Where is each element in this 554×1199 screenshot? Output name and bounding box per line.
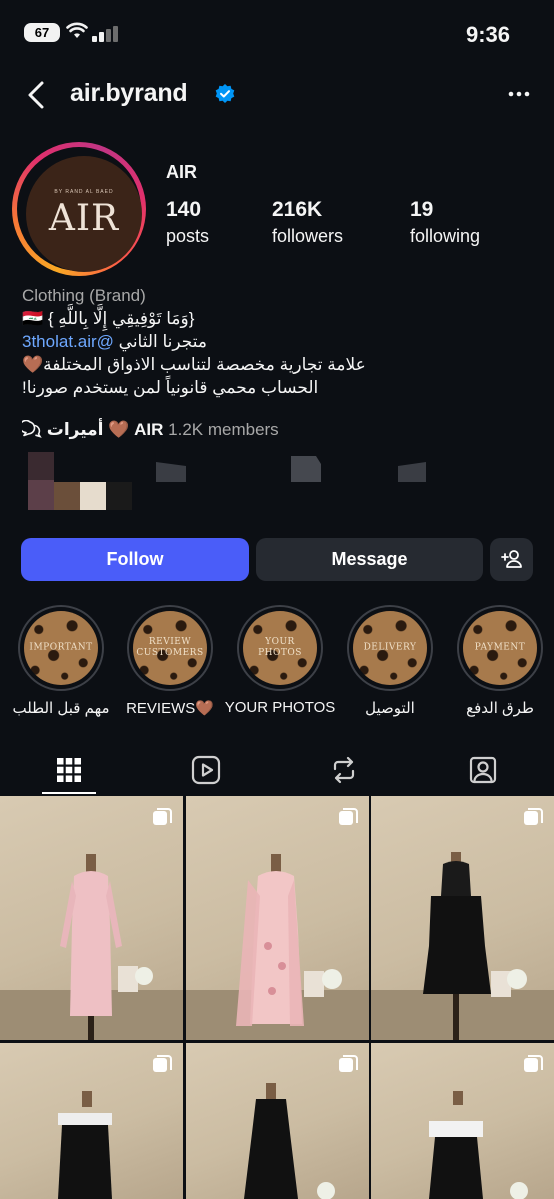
grid-post[interactable] bbox=[0, 1043, 183, 1199]
avatar-logo: AIR bbox=[48, 198, 120, 239]
carousel-icon bbox=[153, 808, 172, 825]
add-person-icon bbox=[500, 550, 522, 568]
highlight-label: مهم قبل الطلب bbox=[12, 700, 110, 717]
community-name: أميرات 🤎 AIR bbox=[46, 420, 164, 439]
highlight-cover: PAYMENT bbox=[463, 611, 537, 685]
dress-image bbox=[423, 852, 527, 1040]
story-highlight-payment[interactable]: PAYMENT طرق الدفع bbox=[455, 605, 545, 717]
stat-followers[interactable]: 216K followers bbox=[272, 198, 343, 247]
username: air.byrand bbox=[70, 79, 188, 107]
bio: Clothing (Brand) 🇮🇶 { وَمَا تَوْفِيقِي إ… bbox=[22, 284, 532, 399]
grid-post[interactable] bbox=[0, 796, 183, 1040]
highlight-cover: IMPORTANT bbox=[24, 611, 98, 685]
grid-post[interactable] bbox=[371, 1043, 554, 1199]
tab-tagged[interactable] bbox=[463, 750, 503, 790]
grid-post[interactable] bbox=[186, 796, 369, 1040]
redacted-content bbox=[28, 452, 426, 510]
highlight-cover: YOUR PHOTOS bbox=[243, 611, 317, 685]
highlight-cover-text: DELIVERY bbox=[363, 642, 417, 653]
stat-value: 19 bbox=[410, 198, 434, 221]
stat-label: following bbox=[410, 226, 481, 246]
grid-icon bbox=[57, 758, 81, 782]
stat-following[interactable]: 19 following bbox=[410, 198, 480, 247]
avatar-tagline: BY RAND AL BAED bbox=[54, 189, 114, 195]
carousel-icon bbox=[524, 808, 543, 825]
tab-posts-grid[interactable] bbox=[49, 750, 89, 790]
story-highlight-delivery[interactable]: DELIVERY التوصيل bbox=[345, 605, 435, 717]
bio-line-brand: علامة تجارية مخصصة لتناسب الاذواق المختل… bbox=[22, 355, 366, 374]
highlight-label: YOUR PHOTOS bbox=[224, 699, 336, 716]
reposts-icon bbox=[333, 756, 355, 784]
verified-badge-icon bbox=[215, 84, 235, 103]
highlight-cover-text: PAYMENT bbox=[474, 642, 526, 653]
story-highlight-photos[interactable]: YOUR PHOTOS YOUR PHOTOS bbox=[225, 605, 335, 716]
bio-store-text: متجرنا الثاني bbox=[118, 332, 207, 351]
story-highlight-important[interactable]: IMPORTANT مهم قبل الطلب bbox=[12, 605, 110, 717]
wifi-icon bbox=[66, 22, 88, 38]
highlight-label: التوصيل bbox=[365, 700, 415, 717]
stat-value: 140 bbox=[166, 198, 202, 221]
battery-icon: 67 bbox=[24, 23, 60, 42]
bio-line-protected: الحساب محمي قانونياً لمن يستخدم صورنا! bbox=[22, 378, 319, 397]
reels-icon bbox=[191, 755, 221, 785]
community-chat-icon bbox=[19, 419, 42, 438]
carousel-icon bbox=[339, 1055, 358, 1072]
highlight-cover-text: IMPORTANT bbox=[29, 642, 93, 653]
highlight-cover: REVIEW CUSTOMERS bbox=[133, 611, 207, 685]
display-name: AIR bbox=[166, 162, 197, 182]
signal-icon bbox=[92, 26, 118, 42]
active-tab-indicator bbox=[42, 792, 96, 794]
highlight-cover: DELIVERY bbox=[353, 611, 427, 685]
highlight-label: طرق الدفع bbox=[466, 700, 534, 717]
highlight-label: REVIEWS🤎 bbox=[126, 700, 214, 717]
grid-post[interactable] bbox=[371, 796, 554, 1040]
carousel-icon bbox=[524, 1055, 543, 1072]
avatar: BY RAND AL BAED AIR bbox=[26, 156, 142, 272]
tagged-icon bbox=[469, 756, 497, 784]
suggested-users-button[interactable] bbox=[490, 538, 533, 581]
story-highlight-reviews[interactable]: REVIEW CUSTOMERS REVIEWS🤎 bbox=[125, 605, 215, 717]
more-options-icon[interactable] bbox=[508, 84, 530, 104]
dress-image bbox=[60, 854, 153, 1040]
carousel-icon bbox=[153, 1055, 172, 1072]
profile-header: air.byrand bbox=[0, 66, 554, 124]
profile-tabs bbox=[0, 740, 554, 795]
stat-posts[interactable]: 140 posts bbox=[166, 198, 209, 247]
carousel-icon bbox=[339, 808, 358, 825]
grid-post[interactable] bbox=[186, 1043, 369, 1199]
community-chat[interactable]: أميرات 🤎 AIR 1.2K members bbox=[19, 419, 279, 440]
message-button[interactable]: Message bbox=[256, 538, 483, 581]
highlight-cover-text: YOUR PHOTOS bbox=[258, 637, 302, 658]
stat-label: posts bbox=[166, 226, 210, 246]
stat-value: 216K bbox=[272, 198, 323, 221]
tab-reels[interactable] bbox=[186, 750, 226, 790]
category-label: Clothing (Brand) bbox=[22, 286, 146, 305]
bio-line-store: 3tholat.air@ متجرنا الثاني bbox=[22, 330, 532, 353]
stat-label: followers bbox=[272, 226, 344, 246]
bio-link[interactable]: 3tholat.air@ bbox=[22, 332, 114, 351]
follow-button[interactable]: Follow bbox=[21, 538, 249, 581]
clock: 9:36 bbox=[465, 22, 510, 47]
status-bar: 67 9:36 bbox=[0, 0, 554, 66]
bio-line-verse: 🇮🇶 { وَمَا تَوْفِيقِي إِلَّا بِاللَّهِ} bbox=[22, 309, 195, 328]
community-members: 1.2K members bbox=[168, 420, 279, 439]
highlight-cover-text: REVIEW CUSTOMERS bbox=[136, 637, 204, 658]
dress-image bbox=[236, 854, 342, 1026]
back-arrow-icon[interactable] bbox=[22, 78, 52, 112]
avatar-story-ring[interactable]: BY RAND AL BAED AIR bbox=[12, 142, 146, 276]
tab-reposts[interactable] bbox=[324, 750, 364, 790]
